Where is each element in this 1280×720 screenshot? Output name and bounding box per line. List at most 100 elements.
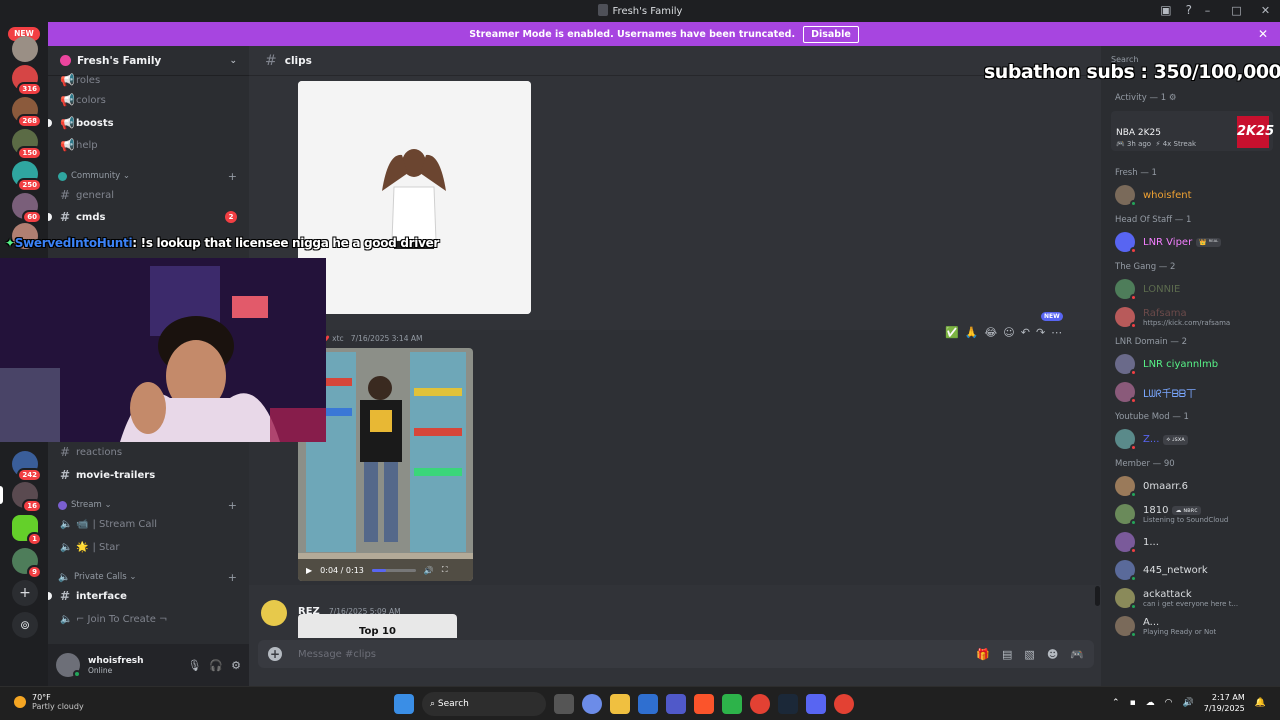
server-icon-5[interactable]: 250 (12, 161, 42, 192)
member-item[interactable]: LONNIE (1115, 277, 1275, 301)
close-button[interactable]: ✕ (1251, 0, 1280, 21)
gift-icon[interactable]: 🎁 (976, 648, 990, 661)
server-icon-2[interactable]: 316 (12, 65, 42, 96)
server-icon-10[interactable]: 9 (12, 548, 42, 579)
member-item[interactable]: LNR ciyannlmb (1115, 352, 1275, 376)
chrome-icon-2[interactable] (834, 694, 854, 714)
member-item[interactable]: 1... (1115, 530, 1275, 554)
mic-icon[interactable]: 🎙 (187, 659, 201, 672)
member-item[interactable]: whoisfent (1115, 183, 1275, 207)
member-item[interactable]: Z... ⟡ ᴊsxᴀ (1115, 427, 1275, 451)
copilot-icon[interactable] (582, 694, 602, 714)
fullscreen-icon[interactable]: ⛶ (442, 565, 448, 575)
activity-card[interactable]: NBA 2K25 🎮 3h ago ⚡ 4x Streak 2K25 (1111, 111, 1274, 151)
channel-movie-trailers[interactable]: # movie-trailers (56, 465, 241, 485)
brave-icon[interactable] (694, 694, 714, 714)
server-icon-4[interactable]: 150 (12, 129, 42, 160)
laugh-reaction-icon[interactable]: 😂 (984, 326, 997, 339)
task-view-icon[interactable] (554, 694, 574, 714)
check-reaction-icon[interactable]: ✅ (945, 326, 959, 339)
channel-help[interactable]: 📢 help (56, 135, 241, 155)
maximize-button[interactable]: □ (1222, 0, 1251, 21)
gif-icon[interactable]: ▤ (1002, 648, 1012, 661)
channel-reactions[interactable]: # reactions (56, 442, 241, 462)
emoji-icon[interactable]: ☻ (1047, 648, 1058, 661)
image-attachment[interactable] (298, 81, 531, 314)
plus-icon[interactable]: + (228, 499, 237, 512)
channel-general[interactable]: # general (56, 185, 241, 205)
forward-icon[interactable]: ↷ (1036, 326, 1045, 339)
avatar[interactable] (56, 653, 81, 678)
discord-icon[interactable] (806, 694, 826, 714)
channel-colors[interactable]: 📢 colors (56, 90, 241, 110)
reply-icon[interactable]: ↶ (1021, 326, 1030, 339)
member-item[interactable]: ᒪᗯᖇ千ᗷᗷ丅 (1115, 380, 1275, 404)
sticker-icon[interactable]: ▧ (1024, 648, 1034, 661)
server-icon-1[interactable] (12, 36, 38, 62)
server-icon-8[interactable]: 242 (12, 451, 42, 482)
minimize-button[interactable]: – (1193, 0, 1222, 21)
clock[interactable]: 2:17 AM 7/19/2025 (1204, 692, 1245, 714)
network-icon[interactable]: ☁ (1146, 698, 1155, 708)
volume-icon[interactable]: 🔊 (1183, 698, 1194, 708)
video-progress-bar[interactable] (371, 568, 416, 572)
wifi-icon[interactable]: ◠ (1165, 698, 1173, 708)
message-composer[interactable]: + Message #clips 🎁 ▤ ▧ ☻ 🎮 (258, 640, 1094, 668)
channel-boosts[interactable]: 📢 boosts (48, 113, 241, 133)
member-item[interactable]: A... Playing Ready or Not (1115, 614, 1275, 638)
server-icon-3[interactable]: 268 (12, 97, 42, 128)
add-server-icon[interactable]: + (12, 580, 38, 606)
member-item[interactable]: 1810 ☁ ɴʙʀᴄ Listening to SoundCloud (1115, 502, 1275, 526)
member-item[interactable]: ackattack can i get everyone here t... (1115, 586, 1275, 610)
store-icon[interactable] (638, 694, 658, 714)
close-icon[interactable]: ✕ (1258, 27, 1268, 41)
channel-roles[interactable]: 📢 roles (56, 70, 241, 90)
avatar[interactable] (261, 600, 287, 626)
server-icon-fresh[interactable]: 16 (12, 482, 42, 513)
server-icon-6[interactable]: 60 (12, 193, 42, 224)
channel-cmds[interactable]: # cmds 2 (48, 207, 241, 227)
teams-icon[interactable] (666, 694, 686, 714)
plus-icon[interactable]: + (228, 170, 237, 183)
more-icon[interactable]: ⋯ (1051, 326, 1062, 339)
file-explorer-icon[interactable] (610, 694, 630, 714)
discover-icon[interactable]: ⊚ (12, 612, 38, 638)
gear-icon[interactable]: ⚙ (1169, 93, 1177, 103)
server-icon-9[interactable]: 1 (12, 515, 42, 546)
category-stream[interactable]: Stream ⌄ + (58, 497, 241, 513)
taskbar-search[interactable]: ⌕ Search (422, 692, 546, 716)
weather-widget[interactable]: 70°F Partly cloudy (14, 693, 84, 711)
gamepad-icon[interactable]: 🎮 (1070, 648, 1084, 661)
voice-star[interactable]: 🔈 🌟 | Star (56, 537, 241, 557)
member-item[interactable]: 0maarr.6 (1115, 474, 1275, 498)
plus-icon[interactable]: + (268, 647, 282, 661)
message-input[interactable]: Message #clips (298, 649, 376, 660)
volume-icon[interactable]: 🔊 (424, 566, 434, 575)
app-icon[interactable] (722, 694, 742, 714)
category-community[interactable]: Community ⌄ + (58, 168, 241, 184)
help-icon[interactable]: ? (1186, 3, 1192, 17)
disable-button[interactable]: Disable (803, 25, 859, 43)
voice-join-to-create[interactable]: 🔈 ⌐ Join To Create ¬ (56, 609, 241, 629)
tray-icon[interactable]: ▪ (1130, 698, 1136, 708)
headphones-icon[interactable]: 🎧 (209, 659, 223, 672)
play-icon[interactable]: ▶ (306, 566, 312, 575)
member-item[interactable]: 445_network (1115, 558, 1275, 582)
channel-interface[interactable]: # interface (48, 586, 241, 606)
member-item[interactable]: LNR Viper 👑 ᴿᴱᴬᴸ (1115, 230, 1275, 254)
inbox-icon[interactable]: ▣ (1160, 3, 1171, 17)
chevron-up-icon[interactable]: ⌃ (1112, 698, 1120, 708)
link-preview-image[interactable]: Top 10 (298, 614, 457, 638)
member-item[interactable]: Rafsama https://kick.com/rafsama (1115, 305, 1275, 329)
bell-icon[interactable]: 🔔 (1255, 698, 1266, 708)
chrome-icon[interactable] (750, 694, 770, 714)
scrollbar[interactable] (1095, 586, 1100, 606)
steam-icon[interactable] (778, 694, 798, 714)
plus-icon[interactable]: + (228, 571, 237, 584)
add-reaction-icon[interactable]: ☺ (1003, 326, 1014, 339)
pray-reaction-icon[interactable]: 🙏 (965, 326, 979, 339)
gear-icon[interactable]: ⚙ (231, 659, 241, 672)
voice-stream-call[interactable]: 🔈 📹 | Stream Call (56, 514, 241, 534)
start-icon[interactable] (394, 694, 414, 714)
category-private-calls[interactable]: 🔈 Private Calls ⌄ + (58, 569, 241, 585)
